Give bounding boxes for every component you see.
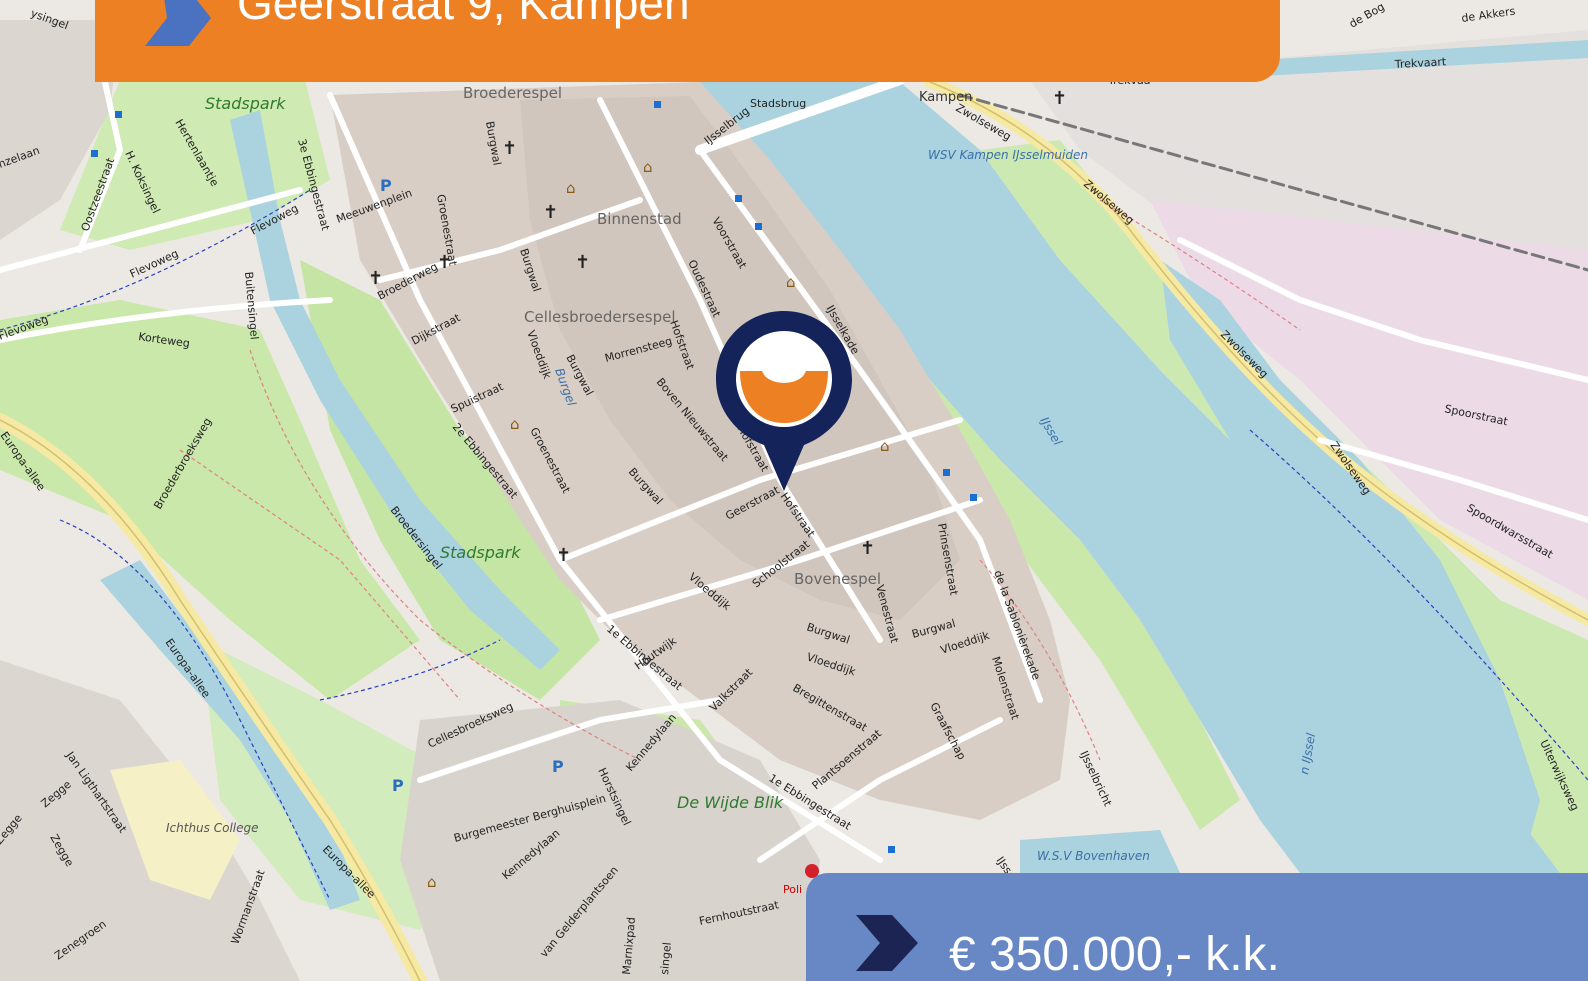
address-title: Geerstraat 9, Kampen [237,0,690,29]
svg-text:✝: ✝ [368,268,383,289]
svg-text:⌂: ⌂ [786,273,796,291]
label-stadsbrug: Stadsbrug [750,97,806,110]
label-bovenespel: Bovenespel [794,570,881,588]
label-stadspark-top: Stadspark [205,94,286,113]
price-banner: € 350.000,- k.k. [806,873,1588,981]
label-broederespel: Broederespel [463,84,562,102]
label-stadspark: Stadspark [440,543,521,562]
svg-text:✝: ✝ [1052,88,1067,109]
svg-text:✝: ✝ [575,252,590,273]
svg-text:P: P [552,757,564,776]
label-wsv-kampen: WSV Kampen IJsselmuiden [928,148,1088,162]
map-view[interactable]: ✝ ✝ ✝ ✝ ✝ ✝ ✝ ✝ ⌂ ⌂ ⌂ ⌂ ⌂ ⌂ P P P Binnen… [0,0,1588,981]
svg-text:P: P [380,176,392,195]
price-label: € 350.000,- k.k. [949,928,1280,981]
svg-text:⌂: ⌂ [643,158,653,176]
svg-text:✝: ✝ [502,138,517,159]
label-wsv-bovenhaven: W.S.V Bovenhaven [1037,849,1150,863]
svg-text:✝: ✝ [543,202,558,223]
svg-text:✝: ✝ [860,538,875,559]
svg-text:⌂: ⌂ [510,415,520,433]
map-pin-icon[interactable] [716,311,852,491]
label-ichthus: Ichthus College [166,821,259,835]
svg-text:✝: ✝ [556,545,571,566]
label-cellesbroedersespel: Cellesbroedersespel [524,308,676,326]
chevron-right-icon [856,915,918,971]
label-poli: Poli [783,883,802,896]
svg-text:P: P [392,776,404,795]
label-wijde-blik: De Wijde Blik [677,793,784,812]
address-banner: Geerstraat 9, Kampen [95,0,1280,82]
label-trekvaart: Trekvaart [1393,55,1447,71]
label-binnenstad: Binnenstad [597,210,682,228]
svg-text:⌂: ⌂ [427,873,437,891]
chevron-right-icon [145,0,211,46]
svg-text:⌂: ⌂ [880,437,890,455]
svg-text:⌂: ⌂ [566,179,576,197]
